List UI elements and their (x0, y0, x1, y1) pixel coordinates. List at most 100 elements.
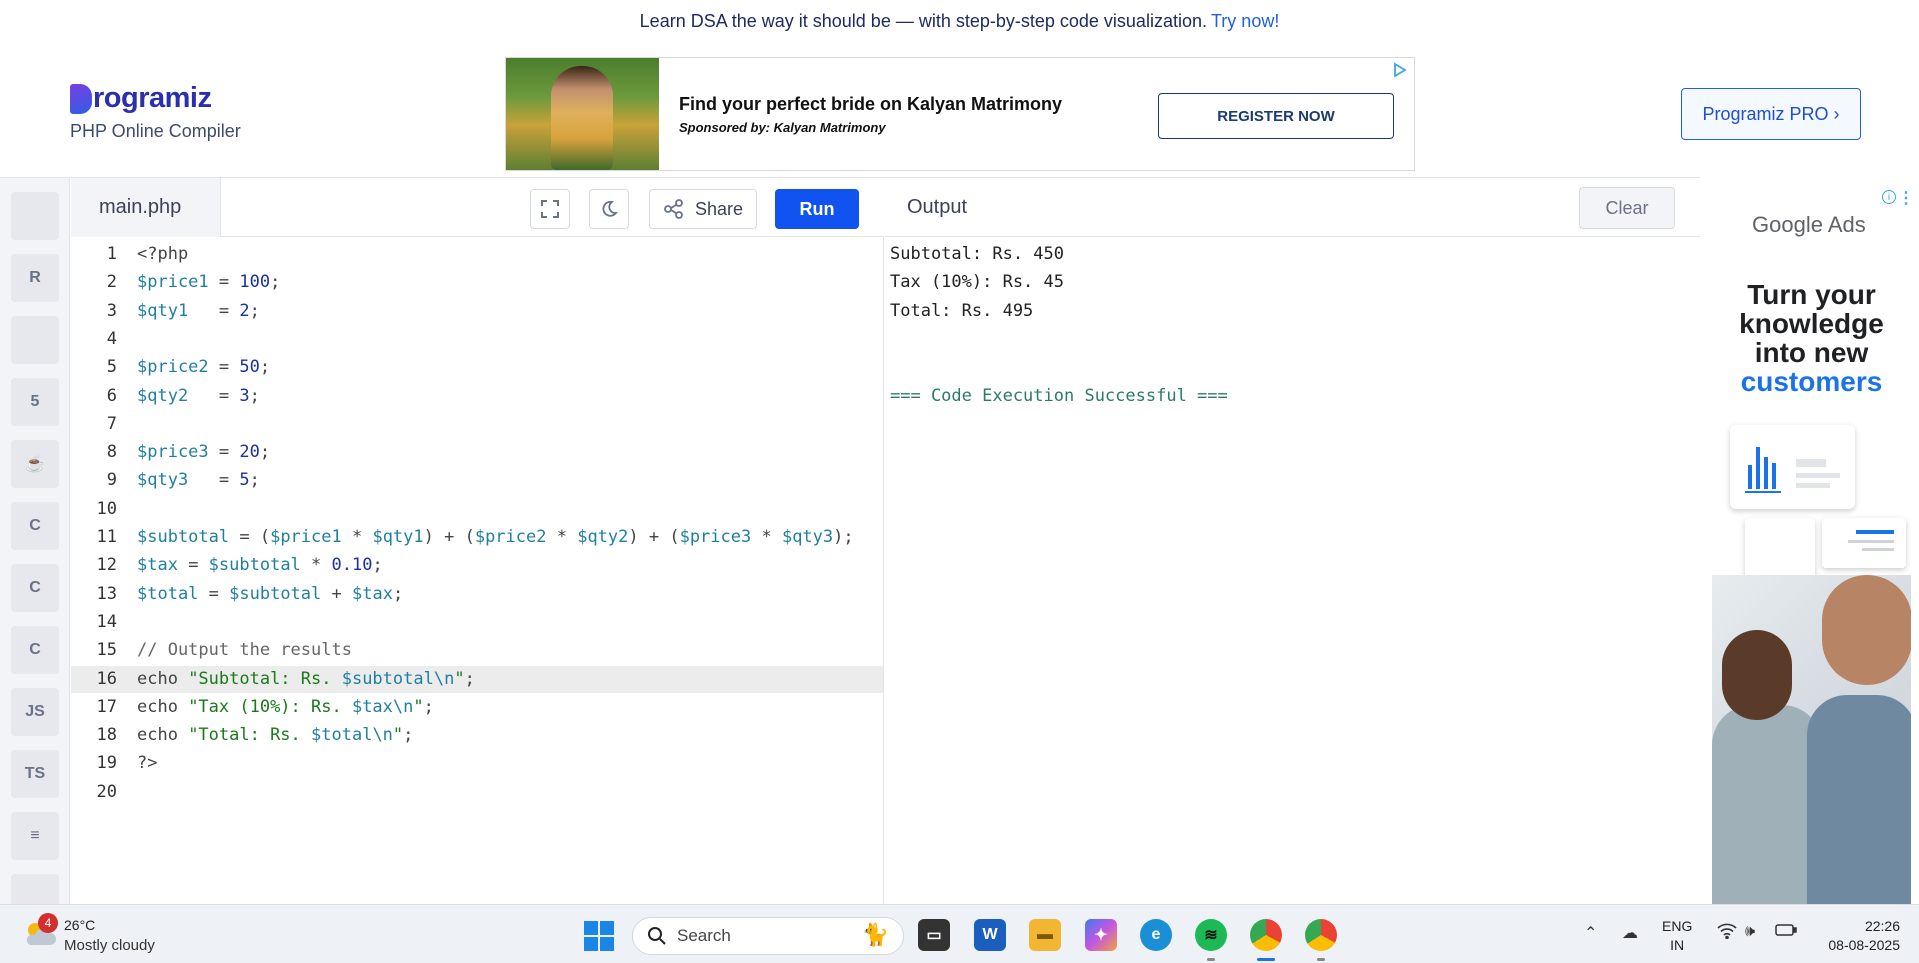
programiz-logo[interactable]: rogramiz (70, 82, 241, 115)
cpp-icon[interactable]: C (11, 564, 59, 612)
chrome-icon[interactable] (1250, 919, 1282, 951)
line-number: 16 (96, 668, 117, 689)
search-placeholder: Search (677, 926, 731, 945)
logo-text: rogramiz (93, 82, 212, 114)
code-line[interactable]: 10 (71, 496, 883, 523)
output-line: Total: Rs. 495 (890, 300, 1034, 321)
code-text: $tax = $subtotal * 0.10; (137, 555, 383, 576)
code-line[interactable]: 20 (71, 779, 883, 806)
output-line: Subtotal: Rs. 450 (890, 244, 1064, 264)
line-number: 7 (106, 413, 117, 434)
chevron-up-icon[interactable]: ⌃ (1584, 923, 1597, 943)
file-tab-main-php[interactable]: main.php (71, 178, 221, 237)
c-icon[interactable]: C (11, 502, 59, 550)
code-line[interactable]: 19 ?> (71, 750, 883, 777)
taskbar-search[interactable]: Search 🐈 (632, 917, 904, 955)
csharp-icon[interactable]: C (11, 626, 59, 674)
code-line[interactable]: 1 <?php (71, 241, 883, 268)
output-line: Tax (10%): Rs. 45 (890, 272, 1064, 293)
code-line[interactable]: 3 $qty1 = 2; (71, 298, 883, 325)
register-now-button[interactable]: REGISTER NOW (1158, 93, 1394, 139)
ad-choices-icon[interactable] (1392, 62, 1408, 78)
word-icon[interactable]: W (974, 919, 1006, 951)
code-line[interactable]: 17 echo "Tax (10%): Rs. $tax\n"; (71, 694, 883, 721)
chrome-profile-icon[interactable] (1305, 919, 1337, 951)
code-line[interactable]: 4 (71, 326, 883, 353)
code-line[interactable]: 7 (71, 411, 883, 438)
volume-icon[interactable]: 🕪 (1745, 923, 1755, 941)
ad-headline: Turn your knowledge into new customers (1712, 280, 1911, 396)
google-ads-banner[interactable]: Google Ads Turn your knowledge into new … (1712, 190, 1911, 904)
programiz-pro-button[interactable]: Programiz PRO › (1681, 88, 1861, 140)
windows-start-icon[interactable] (584, 921, 614, 951)
code-line[interactable]: 18 echo "Total: Rs. $total\n"; (71, 722, 883, 749)
line-number: 3 (106, 300, 117, 321)
clock[interactable]: 22:26 08-08-2025 (1808, 917, 1900, 955)
ad-more-icon[interactable]: ⋮ (1898, 188, 1914, 208)
code-text: ?> (137, 753, 158, 774)
line-number: 19 (96, 753, 117, 774)
output-console[interactable]: Subtotal: Rs. 450 Tax (10%): Rs. 45 Total:… (885, 237, 1700, 904)
html5-icon[interactable]: 5 (11, 378, 59, 426)
code-line[interactable]: 16 echo "Subtotal: Rs. $subtotal\n"; (71, 665, 883, 693)
line-number: 18 (96, 725, 117, 746)
weather-condition[interactable]: Mostly cloudy (64, 937, 155, 954)
moon-icon (602, 200, 618, 217)
output-line: === Code Execution Successful === (890, 385, 1228, 406)
clear-button[interactable]: Clear (1579, 187, 1675, 229)
line-number: 17 (96, 696, 117, 717)
language-indicator[interactable]: ENG IN (1662, 917, 1692, 955)
fullscreen-button[interactable] (530, 189, 570, 229)
js-icon[interactable]: JS (11, 688, 59, 736)
notification-badge: 4 (38, 913, 58, 933)
r-lang-icon[interactable]: R (11, 254, 59, 302)
line-number: 2 (106, 272, 117, 293)
temperature[interactable]: 26°C (64, 917, 95, 933)
search-highlight-icon: 🐈 (861, 922, 889, 947)
code-line[interactable]: 15 // Output the results (71, 637, 883, 664)
file-explorer-icon[interactable]: ▬ (1029, 919, 1061, 951)
ad-headline-highlight: customers (1740, 366, 1883, 397)
code-line[interactable]: 5 $price2 = 50; (71, 354, 883, 381)
share-button[interactable]: Share (649, 189, 757, 229)
python-icon[interactable] (11, 192, 59, 240)
ad-headline-main: Turn your knowledge into new (1739, 279, 1884, 368)
language-sidebar: R 5 ☕ C C C JS TS ≡ (0, 178, 70, 922)
dark-mode-button[interactable] (589, 189, 629, 229)
database-icon[interactable] (11, 316, 59, 364)
line-number: 20 (96, 781, 117, 802)
try-now-link[interactable]: Try now! (1211, 11, 1279, 32)
code-line[interactable]: 8 $price3 = 20; (71, 439, 883, 466)
copilot-icon[interactable]: ✦ (1085, 919, 1117, 951)
chart-card-illustration (1730, 425, 1855, 509)
line-number: 5 (106, 357, 117, 378)
ts-icon[interactable]: TS (11, 750, 59, 798)
banner-text: Learn DSA the way it should be — with st… (639, 10, 1207, 31)
battery-icon[interactable] (1775, 923, 1797, 942)
top-ad-banner[interactable]: Find your perfect bride on Kalyan Matrim… (505, 57, 1415, 171)
code-line[interactable]: 14 (71, 609, 883, 636)
spotify-icon[interactable]: ≋ (1195, 919, 1227, 951)
task-view-icon[interactable]: ▭ (918, 919, 950, 951)
bars-card-illustration (1822, 518, 1906, 568)
code-line[interactable]: 2 $price1 = 100; (71, 269, 883, 296)
onedrive-icon[interactable]: ☁ (1622, 923, 1638, 943)
code-line[interactable]: 6 $qty2 = 3; (71, 383, 883, 410)
ad-info-icon[interactable]: i (1882, 190, 1896, 204)
ad-title[interactable]: Find your perfect bride on Kalyan Matrim… (679, 94, 1062, 115)
run-button[interactable]: Run (775, 189, 859, 229)
code-text: $subtotal = ($price1 * $qty1) + ($price2… (137, 527, 854, 547)
code-line[interactable]: 13 $total = $subtotal + $tax; (71, 581, 883, 608)
editor-toolbar: main.php Share Run (71, 178, 884, 237)
code-line[interactable]: 11 $subtotal = ($price1 * $qty1) + ($pric… (71, 524, 883, 551)
ad-image (506, 58, 659, 170)
code-line[interactable]: 9 $qty3 = 5; (71, 467, 883, 494)
stack-icon[interactable]: ≡ (11, 812, 59, 860)
expand-icon (541, 200, 559, 218)
java-icon[interactable]: ☕ (11, 440, 59, 488)
edge-icon[interactable]: e (1140, 919, 1172, 951)
code-line[interactable]: 12 $tax = $subtotal * 0.10; (71, 552, 883, 579)
share-icon (664, 199, 683, 219)
wifi-icon[interactable] (1717, 923, 1737, 944)
code-editor[interactable]: 1 <?php 2 $price1 = 100; 3 $qty1 = 2; 4 5 $price… (71, 237, 884, 904)
